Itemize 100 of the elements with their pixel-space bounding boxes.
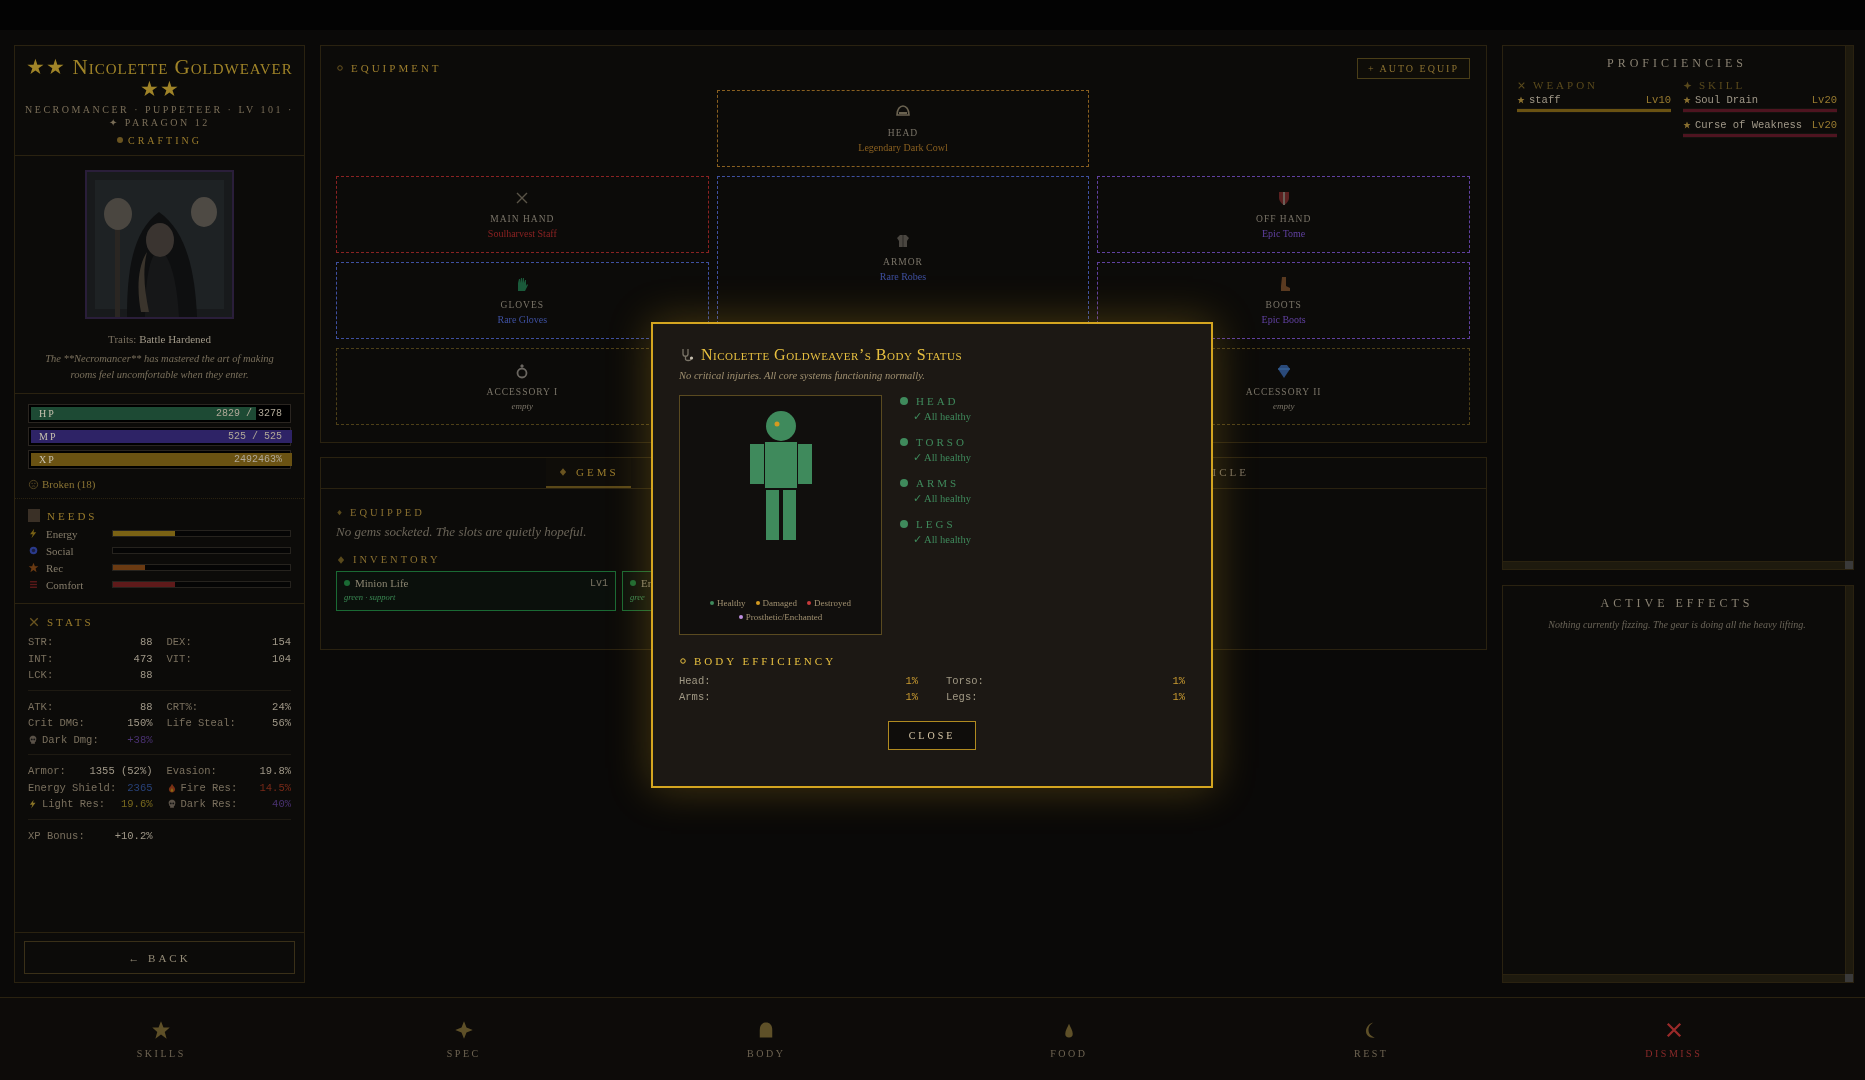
- stat-value: 150%: [127, 717, 153, 730]
- stat-label: Light Res:: [42, 798, 105, 811]
- nav-button[interactable]: REST: [1220, 998, 1523, 1080]
- scrollbar[interactable]: [1503, 974, 1845, 982]
- section-title: EQUIPMENT: [351, 62, 442, 74]
- need-label: Comfort: [46, 578, 85, 591]
- scrollbar[interactable]: [1845, 46, 1853, 561]
- legend-label: Healthy: [717, 598, 746, 608]
- tab[interactable]: ICLE: [1200, 458, 1261, 488]
- gem-tags: gree: [630, 592, 654, 602]
- slot-label: GLOVES: [500, 300, 545, 310]
- equipment-slot[interactable]: HEAD Legendary Dark Cowl: [716, 90, 1090, 167]
- section-title: BODY EFFICIENCY: [694, 655, 837, 667]
- gem-tags: green · support: [344, 592, 608, 602]
- equipment-slot[interactable]: MAIN HAND Soulharvest Staff: [336, 176, 709, 253]
- bar-label: HP: [39, 408, 56, 419]
- efficiency-value: 1%: [905, 675, 918, 687]
- stat-value: 56%: [272, 717, 291, 730]
- traits-label: Traits:: [108, 333, 137, 345]
- slot-label: OFF HAND: [1256, 214, 1312, 224]
- diamond-icon: [558, 467, 568, 477]
- slot-label: ARMOR: [883, 257, 923, 267]
- efficiency-label: Torso:: [946, 675, 984, 687]
- scroll-corner: [1845, 974, 1853, 982]
- stat-label: VIT:: [166, 652, 192, 665]
- gem-card[interactable]: Minion Life Lv1 green · support: [336, 571, 616, 611]
- slot-item: Legendary Dark Cowl: [858, 142, 948, 153]
- equipment-slot[interactable]: OFF HAND Epic Tome: [1097, 176, 1470, 253]
- slot-label: ACCESSORY II: [1245, 386, 1322, 397]
- proficiency-level: Lv10: [1645, 94, 1671, 106]
- slot-item: empty: [511, 400, 534, 411]
- scroll-corner: [1845, 561, 1853, 569]
- proficiency-level: Lv20: [1811, 119, 1837, 131]
- body-part-status: ✓ All healthy: [913, 410, 971, 422]
- stat-label: ATK:: [28, 700, 54, 713]
- body-part-status: ✓ All healthy: [913, 533, 971, 545]
- lightning-icon: [28, 799, 38, 810]
- need-label: Social: [46, 544, 75, 557]
- sad-face-icon: [28, 478, 39, 490]
- character-name: ★★ Nicolette Goldweaver ★★: [25, 56, 294, 100]
- gem-level: Lv1: [590, 577, 608, 589]
- scrollbar[interactable]: [1845, 586, 1853, 974]
- character-subtitle: NECROMANCER · PUPPETEER · LV 101 · ✦ PARAGON 12: [24, 103, 295, 129]
- panel-title: ACTIVE EFFECTS: [1599, 596, 1755, 611]
- stat-value: 40%: [272, 798, 291, 811]
- empty-message: No gems socketed. The slots are quietly hopeful.: [336, 524, 587, 540]
- slot-label: MAIN HAND: [490, 214, 555, 224]
- stat-label: Energy Shield:: [28, 781, 117, 794]
- circle-icon: [679, 657, 687, 665]
- stethoscope-icon: [679, 347, 695, 363]
- slot-item: Rare Gloves: [497, 314, 548, 325]
- stat-value: 88: [139, 700, 153, 713]
- proficiency-name: staff: [1529, 94, 1562, 106]
- close-button[interactable]: CLOSE: [888, 721, 976, 750]
- close-icon: [28, 616, 40, 628]
- stat-label: Fire Res:: [180, 781, 238, 794]
- gem-name: Minion Life: [355, 577, 409, 589]
- section-title: SKILL: [1699, 79, 1746, 91]
- stat-label: XP Bonus:: [28, 829, 85, 842]
- stat-value: 2365: [127, 781, 153, 794]
- efficiency-value: 1%: [1172, 691, 1185, 703]
- auto-equip-button[interactable]: + AUTO EQUIP: [1356, 57, 1470, 79]
- nav-button[interactable]: FOOD: [917, 998, 1220, 1080]
- stat-value: +10.2%: [114, 829, 153, 842]
- bar-reading: 2492463%: [234, 454, 282, 465]
- slot-label: BOOTS: [1265, 300, 1302, 310]
- nav-button[interactable]: BODY: [615, 998, 918, 1080]
- status-dot: [117, 137, 123, 143]
- stat-value: 19.8%: [259, 765, 291, 778]
- traits-value: Battle Hardened: [139, 333, 211, 345]
- stat-value: 88: [139, 669, 153, 682]
- bar-label: XP: [39, 454, 56, 465]
- stat-label: STR:: [28, 636, 54, 649]
- nav-button[interactable]: SKILLS: [10, 998, 313, 1080]
- efficiency-label: Head:: [679, 675, 711, 687]
- nav-button[interactable]: DISMISS: [1522, 998, 1825, 1080]
- star-icon: [1683, 121, 1691, 129]
- efficiency-value: 1%: [905, 691, 918, 703]
- stat-label: Life Steal:: [166, 717, 236, 730]
- stat-value: 473: [133, 652, 153, 665]
- scrollbar[interactable]: [1503, 561, 1845, 569]
- body-part-name: LEGS: [916, 518, 956, 530]
- back-button[interactable]: ← BACK: [24, 941, 295, 974]
- stat-label: Armor:: [28, 765, 66, 778]
- stat-value: 19.6%: [121, 798, 153, 811]
- section-title: EQUIPPED: [350, 507, 425, 518]
- skull-icon: [28, 734, 38, 745]
- stat-label: DEX:: [166, 636, 192, 649]
- stat-value: 14.5%: [259, 781, 291, 794]
- nav-button[interactable]: SPEC: [312, 998, 615, 1080]
- efficiency-label: Legs:: [946, 691, 978, 703]
- star-icon: [151, 1019, 172, 1040]
- efficiency-label: Arms:: [679, 691, 711, 703]
- efficiency-value: 1%: [1172, 675, 1185, 687]
- panel-title: PROFICIENCIES: [1606, 56, 1748, 71]
- body-part-status: ✓ All healthy: [913, 492, 971, 504]
- body-part-status: ✓ All healthy: [913, 451, 971, 463]
- body-part-name: ARMS: [916, 477, 960, 489]
- slot-item: Soulharvest Staff: [487, 228, 557, 239]
- stat-value: 88: [139, 636, 153, 649]
